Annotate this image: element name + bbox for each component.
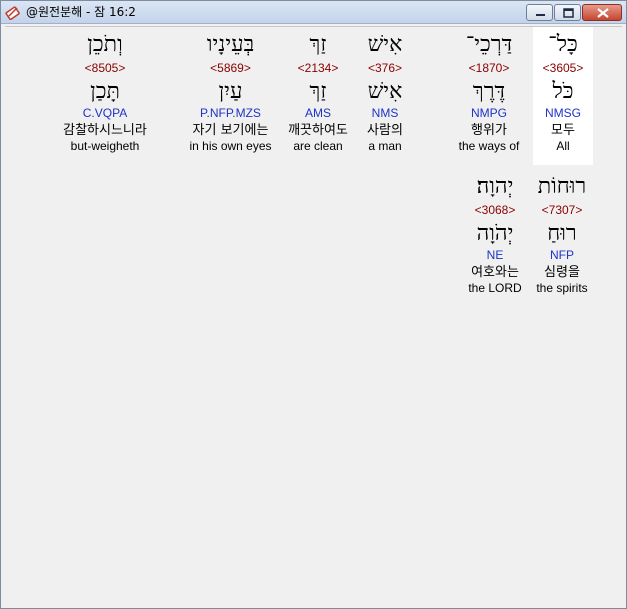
hebrew-word: וְתֹכֵן <box>87 32 123 57</box>
maximize-icon <box>563 8 574 18</box>
lemma-word: רוּחַ <box>547 221 577 246</box>
close-icon <box>597 8 609 18</box>
morphology-code: P.NFP.MZS <box>200 106 261 120</box>
english-gloss: but-weigheth <box>70 139 140 153</box>
lemma-word: עַיִן <box>218 79 243 104</box>
hebrew-word: יְהוָה׃ <box>476 174 514 199</box>
lemma-word: תָּכַן <box>90 79 120 104</box>
hebrew-word: דַּרְכֵי־ <box>465 32 513 57</box>
english-gloss: in his own eyes <box>189 139 272 153</box>
strong-number: <7307> <box>541 203 583 217</box>
lemma-word: דֶּרֶךְ <box>472 79 506 104</box>
word-cell[interactable]: רוּחוֹת <7307> רוּחַ NFP 심령을 the spirits <box>527 169 597 307</box>
korean-gloss: 자기 보기에는 <box>192 123 269 138</box>
korean-gloss: 여호와는 <box>471 265 519 280</box>
korean-gloss: 모두 <box>551 123 575 138</box>
maximize-button[interactable] <box>554 4 581 21</box>
korean-gloss: 심령을 <box>544 265 580 280</box>
interlinear-panel: כָּל־ <3605> כֹּל NMSG 모두 All דַּרְכֵי־ <1870> ד… <box>5 26 622 605</box>
morphology-code: NMSG <box>545 106 581 120</box>
korean-gloss: 행위가 <box>471 123 507 138</box>
word-cell[interactable]: יְהוָה׃ <3068> יְהֹוָה NE 여호와는 the LORD <box>455 169 535 307</box>
korean-gloss: 감찰하시느니라 <box>63 123 147 138</box>
minimize-icon <box>536 14 545 16</box>
title-bar[interactable]: @원전분해 - 잠 16:2 <box>1 1 626 24</box>
english-gloss: the spirits <box>536 281 588 295</box>
word-cell[interactable]: דַּרְכֵי־ <1870> דֶּרֶךְ NMPG 행위가 the ways of <box>444 27 534 165</box>
strong-number: <1870> <box>468 61 510 75</box>
close-button[interactable] <box>582 4 622 21</box>
word-cell[interactable]: כָּל־ <3605> כֹּל NMSG 모두 All <box>533 27 593 165</box>
lemma-word: כֹּל <box>552 79 574 104</box>
morphology-code: NE <box>486 248 504 262</box>
hebrew-word: בְּעֵינָיו <box>206 32 255 57</box>
strong-number: <3605> <box>542 61 584 75</box>
english-gloss: the ways of <box>458 139 520 153</box>
morphology-code: C.VQPA <box>82 106 128 120</box>
strong-number: <3068> <box>474 203 516 217</box>
window-title: @원전분해 - 잠 16:2 <box>26 5 136 19</box>
word-cell[interactable]: בְּעֵינָיו <5869> עַיִן P.NFP.MZS 자기 보기에는 in … <box>173 27 288 165</box>
lemma-word: יְהֹוָה <box>476 221 514 246</box>
morphology-code: NMPG <box>471 106 507 120</box>
minimize-button[interactable] <box>526 4 553 21</box>
english-gloss: All <box>556 139 570 153</box>
hebrew-word: רוּחוֹת <box>537 174 587 199</box>
english-gloss: the LORD <box>468 281 522 295</box>
strong-number: <8505> <box>84 61 126 75</box>
morphology-code: NFP <box>550 248 574 262</box>
word-cell[interactable]: וְתֹכֵן <8505> תָּכַן C.VQPA 감찰하시느니라 but-weig… <box>45 27 165 165</box>
app-window: @원전분해 - 잠 16:2 כָּל־ <3605> כֹּל NMSG 모두 All ד… <box>0 0 627 609</box>
app-icon <box>5 4 21 21</box>
hebrew-word: כָּל־ <box>548 32 578 57</box>
strong-number: <5869> <box>210 61 251 75</box>
status-bar <box>1 604 626 608</box>
